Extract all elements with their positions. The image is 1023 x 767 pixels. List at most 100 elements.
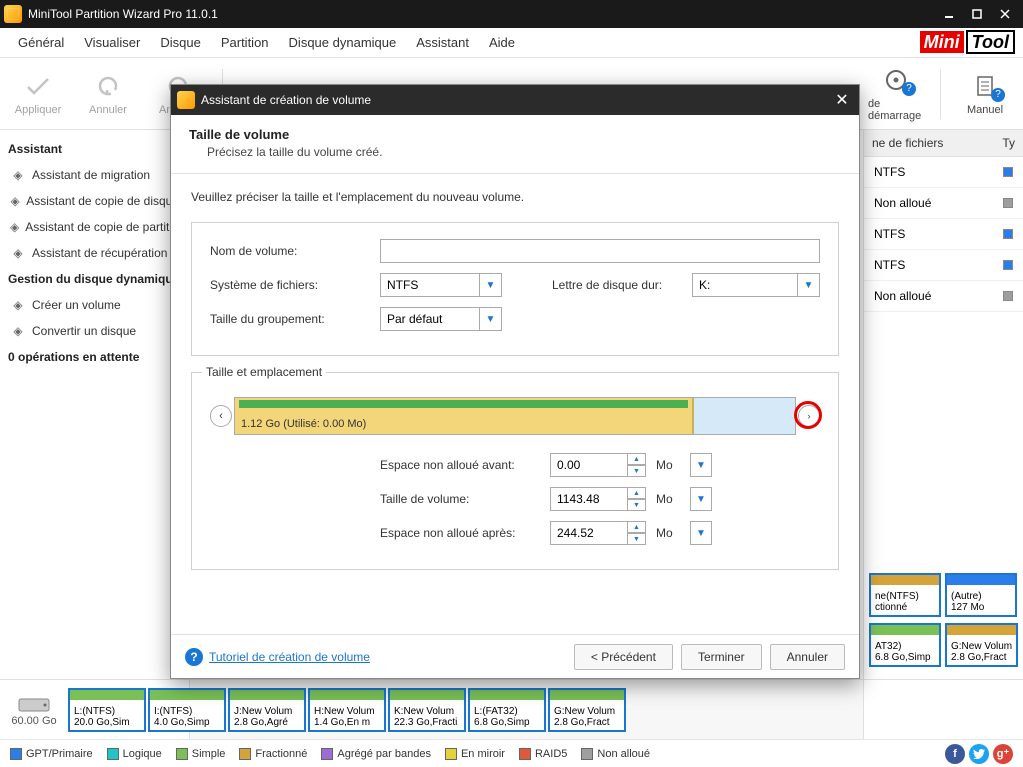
google-plus-icon[interactable]: g⁺: [993, 744, 1013, 764]
partition-box[interactable]: ne(NTFS)ctionné: [869, 573, 941, 617]
space-before-label: Espace non alloué avant:: [380, 458, 540, 472]
filesystem-row[interactable]: NTFS: [864, 250, 1023, 281]
sidebar-section-assistant: Assistant: [4, 136, 185, 162]
pending-ops-label: 0 opérations en attente: [4, 344, 185, 370]
right-col-header: ne de fichiers Ty: [864, 130, 1023, 157]
undo-icon: [92, 72, 124, 100]
color-swatch-icon: [321, 748, 333, 760]
space-before-spinner[interactable]: ▲▼: [550, 453, 646, 477]
menu-item[interactable]: Partition: [211, 29, 279, 56]
menu-item[interactable]: Aide: [479, 29, 525, 56]
dialog-close-button[interactable]: ✕: [831, 89, 853, 111]
legend-item: Agrégé par bandes: [321, 748, 431, 760]
dialog-title: Assistant de création de volume: [201, 93, 831, 107]
filesystem-row[interactable]: Non alloué: [864, 281, 1023, 312]
dialog-heading: Taille de volume: [189, 127, 841, 142]
sidebar-item[interactable]: ◈Convertir un disque: [4, 318, 185, 344]
filesystem-row[interactable]: NTFS: [864, 157, 1023, 188]
twitter-icon[interactable]: [969, 744, 989, 764]
legend-item: Simple: [176, 748, 226, 760]
menu-item[interactable]: Assistant: [406, 29, 479, 56]
list-icon: ◈: [10, 219, 19, 235]
filesystem-label: Système de fichiers:: [210, 278, 370, 292]
menu-item[interactable]: Visualiser: [74, 29, 150, 56]
partition-box[interactable]: (Autre)127 Mo: [945, 573, 1017, 617]
document-icon: [969, 72, 1001, 100]
color-swatch-icon: [1003, 260, 1013, 270]
color-swatch-icon: [1003, 229, 1013, 239]
filesystem-select[interactable]: ▼: [380, 273, 502, 297]
sidebar-item[interactable]: ◈Assistant de récupération: [4, 240, 185, 266]
drive-letter-select[interactable]: ▼: [692, 273, 820, 297]
sidebar-item[interactable]: ◈Assistant de copie de disque: [4, 188, 185, 214]
partition-box[interactable]: H:New Volum1.4 Go,En m: [308, 688, 386, 732]
legend-item: RAID5: [519, 748, 567, 760]
chevron-down-icon[interactable]: ▼: [480, 273, 502, 297]
legend-item: Logique: [107, 748, 162, 760]
volume-name-label: Nom de volume:: [210, 244, 370, 258]
chevron-down-icon[interactable]: ▼: [690, 487, 712, 511]
partition-box[interactable]: G:New Volum2.8 Go,Fract: [945, 623, 1018, 667]
partition-box[interactable]: L:(NTFS)20.0 Go,Sim: [68, 688, 146, 732]
color-swatch-icon: [1003, 291, 1013, 301]
dialog-header: Taille de volume Précisez la taille du v…: [171, 115, 859, 174]
sidebar-item[interactable]: ◈Assistant de migration: [4, 162, 185, 188]
filesystem-row[interactable]: NTFS: [864, 219, 1023, 250]
previous-button[interactable]: < Précédent: [574, 644, 673, 670]
legend-item: Fractionné: [239, 748, 307, 760]
legend-item: GPT/Primaire: [10, 748, 93, 760]
check-icon: [22, 72, 54, 100]
partition-box[interactable]: AT32)6.8 Go,Simp: [869, 623, 941, 667]
partition-box[interactable]: L:(FAT32)6.8 Go,Simp: [468, 688, 546, 732]
used-bar: [239, 400, 688, 408]
color-swatch-icon: [445, 748, 457, 760]
size-slider[interactable]: 1.12 Go (Utilisé: 0.00 Mo): [234, 397, 796, 435]
space-after-label: Espace non alloué après:: [380, 526, 540, 540]
sidebar-item[interactable]: ◈Créer un volume: [4, 292, 185, 318]
apply-button[interactable]: Appliquer: [8, 68, 68, 120]
slider-right-button[interactable]: ›: [798, 405, 820, 427]
menu-item[interactable]: Disque: [150, 29, 210, 56]
list-icon: ◈: [10, 245, 26, 261]
manual-button[interactable]: Manuel: [955, 68, 1015, 120]
volume-fieldset: Nom de volume: Système de fichiers: ▼ Le…: [191, 222, 839, 356]
slider-left-button[interactable]: ‹: [210, 405, 232, 427]
left-panel: Assistant ◈Assistant de migration◈Assist…: [0, 130, 190, 739]
volume-name-input[interactable]: [380, 239, 820, 263]
right-column: ne de fichiers Ty NTFSNon allouéNTFSNTFS…: [863, 130, 1023, 739]
chevron-down-icon[interactable]: ▼: [690, 521, 712, 545]
dialog-subheading: Précisez la taille du volume créé.: [189, 145, 841, 159]
brand-logo: MiniTool: [920, 32, 1015, 53]
chevron-down-icon[interactable]: ▼: [480, 307, 502, 331]
menu-item[interactable]: Général: [8, 29, 74, 56]
partition-box[interactable]: J:New Volum2.8 Go,Agré: [228, 688, 306, 732]
menu-item[interactable]: Disque dynamique: [279, 29, 407, 56]
close-button[interactable]: [991, 3, 1019, 25]
cluster-select[interactable]: ▼: [380, 307, 502, 331]
sidebar-item[interactable]: ◈Assistant de copie de partition: [4, 214, 185, 240]
dialog-footer: ? Tutoriel de création de volume < Précé…: [171, 634, 859, 678]
finish-button[interactable]: Terminer: [681, 644, 762, 670]
volume-size-spinner[interactable]: ▲▼: [550, 487, 646, 511]
social-links: f g⁺: [945, 744, 1013, 764]
size-fieldset: Taille et emplacement ‹ 1.12 Go (Utilisé…: [191, 372, 839, 570]
facebook-icon[interactable]: f: [945, 744, 965, 764]
partition-box[interactable]: K:New Volum22.3 Go,Fracti: [388, 688, 466, 732]
minimize-button[interactable]: [935, 3, 963, 25]
chevron-down-icon[interactable]: ▼: [798, 273, 820, 297]
filesystem-row[interactable]: Non alloué: [864, 188, 1023, 219]
boot-media-button[interactable]: de démarrage: [866, 62, 926, 126]
list-icon: ◈: [10, 323, 26, 339]
partition-box[interactable]: G:New Volum2.8 Go,Fract: [548, 688, 626, 732]
color-swatch-icon: [239, 748, 251, 760]
color-swatch-icon: [176, 748, 188, 760]
maximize-button[interactable]: [963, 3, 991, 25]
volume-size-label: Taille de volume:: [380, 492, 540, 506]
tutorial-link[interactable]: ? Tutoriel de création de volume: [185, 648, 370, 666]
space-after-spinner[interactable]: ▲▼: [550, 521, 646, 545]
partition-box[interactable]: I:(NTFS)4.0 Go,Simp: [148, 688, 226, 732]
chevron-down-icon[interactable]: ▼: [690, 453, 712, 477]
cancel-button[interactable]: Annuler: [770, 644, 845, 670]
undo-button[interactable]: Annuler: [78, 68, 138, 120]
dialog-logo-icon: [177, 91, 195, 109]
